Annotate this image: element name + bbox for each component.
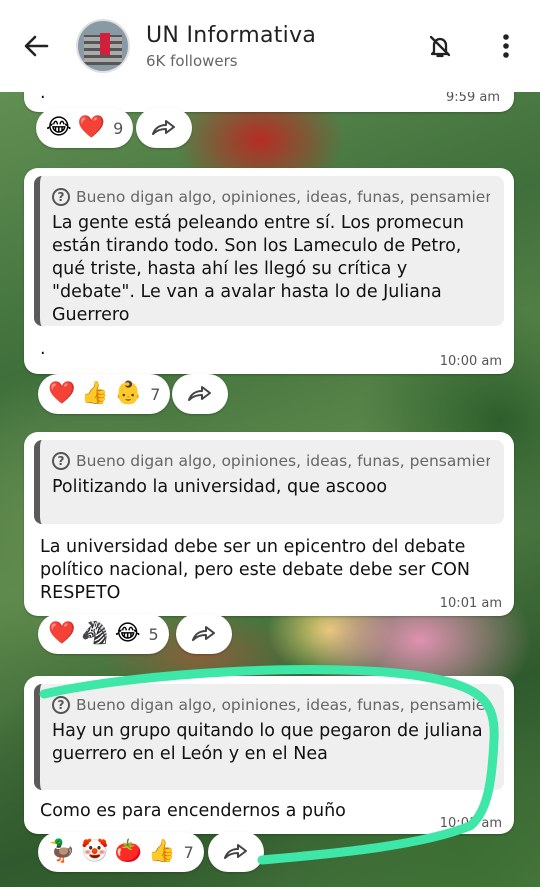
bell-off-icon [429, 35, 451, 58]
back-arrow-icon [24, 35, 49, 57]
reaction-emoji: ❤️ [48, 621, 76, 646]
reaction-emoji: 😂 [46, 115, 72, 140]
message-time: 9:59 am [446, 90, 500, 105]
reaction-emoji: ❤️ [48, 381, 76, 406]
channel-info[interactable]: UN Informativa 6K followers [146, 23, 420, 70]
reaction-emoji: 👶 [114, 381, 143, 406]
reaction-count: 9 [113, 118, 124, 138]
forward-icon [152, 120, 175, 135]
reaction-emoji: 🦆 [48, 839, 76, 864]
reaction-emoji: 👍 [81, 381, 109, 406]
reactions-bar[interactable]: ❤️ 🦓 😂 5 [38, 614, 169, 654]
reaction-emoji: 🍅 [114, 839, 143, 864]
question-icon: ? [52, 452, 70, 470]
mute-notifications-button[interactable] [420, 26, 460, 66]
forward-icon [192, 626, 215, 641]
message-time: 10:01 am [439, 596, 502, 611]
quoted-text: Politizando la universidad, que ascooo [52, 477, 388, 497]
quoted-title-text: Bueno digan algo, opiniones, ideas, funa… [76, 188, 490, 206]
forward-button[interactable] [176, 614, 232, 654]
message-body: Como es para encendernos a puño [40, 801, 346, 821]
quoted-title: ? Bueno digan algo, opiniones, ideas, fu… [52, 452, 490, 470]
channel-name: UN Informativa [146, 22, 317, 48]
forward-icon [224, 844, 247, 859]
reaction-count: 7 [150, 384, 161, 404]
reaction-emoji: 👍 [148, 839, 176, 864]
message-time: 10:00 am [439, 354, 502, 369]
message-bubble[interactable]: ? Bueno digan algo, opiniones, ideas, fu… [24, 168, 514, 374]
reactions-bar[interactable]: 😂 ❤️ 9 [36, 108, 134, 148]
more-options-button[interactable] [486, 26, 526, 66]
message-time: 10:01 am [439, 816, 502, 831]
reaction-count: 7 [183, 842, 194, 862]
quoted-title: ? Bueno digan algo, opiniones, ideas, fu… [52, 188, 490, 206]
quoted-title-text: Bueno digan algo, opiniones, ideas, funa… [76, 696, 490, 714]
forward-button[interactable] [136, 108, 192, 148]
quoted-message[interactable]: ? Bueno digan algo, opiniones, ideas, fu… [34, 440, 504, 524]
reaction-emoji: 🤡 [81, 839, 109, 864]
quoted-message[interactable]: ? Bueno digan algo, opiniones, ideas, fu… [34, 684, 504, 790]
message-body: La universidad debe ser un epicentro del… [40, 537, 470, 603]
quoted-message[interactable]: ? Bueno digan algo, opiniones, ideas, fu… [34, 176, 504, 326]
quoted-text: La gente está peleando entre sí. Los pro… [52, 213, 464, 325]
reaction-count: 5 [148, 624, 159, 644]
reactions-bar[interactable]: 🦆 🤡 🍅 👍 7 [38, 832, 204, 872]
vertical-dots-icon [503, 34, 509, 58]
reaction-emoji: 🦓 [81, 621, 109, 646]
back-button[interactable] [18, 28, 54, 64]
reactions-bar[interactable]: ❤️ 👍 👶 7 [38, 374, 171, 414]
forward-button[interactable] [208, 832, 264, 872]
forward-button[interactable] [172, 374, 228, 414]
forward-icon [188, 386, 211, 401]
quoted-title-text: Bueno digan algo, opiniones, ideas, funa… [76, 452, 490, 470]
channel-avatar[interactable] [76, 19, 130, 73]
reaction-emoji: ❤️ [77, 115, 106, 140]
follower-count: 6K followers [146, 51, 238, 70]
channel-header: UN Informativa 6K followers [0, 0, 540, 92]
question-icon: ? [52, 696, 70, 714]
message-bubble[interactable]: ? Bueno digan algo, opiniones, ideas, fu… [24, 432, 514, 616]
question-icon: ? [52, 188, 70, 206]
message-bubble[interactable]: ? Bueno digan algo, opiniones, ideas, fu… [24, 676, 514, 834]
quoted-title: ? Bueno digan algo, opiniones, ideas, fu… [52, 696, 490, 714]
quoted-text: Hay un grupo quitando lo que pegaron de … [52, 721, 483, 764]
message-body: . [40, 339, 46, 359]
reaction-emoji: 😂 [114, 621, 141, 646]
